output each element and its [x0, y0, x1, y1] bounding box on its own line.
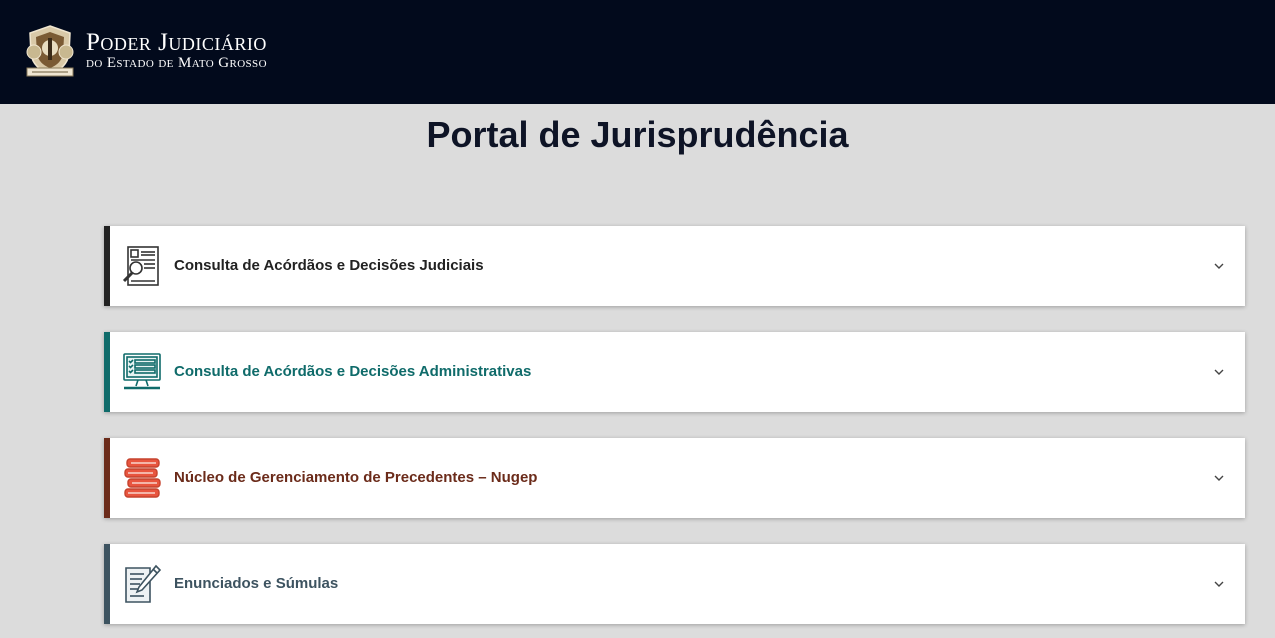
accordion-judicial-decisions[interactable]: Consulta de Acórdãos e Decisões Judiciai… — [104, 226, 1245, 306]
document-search-icon — [122, 246, 162, 286]
chevron-down-icon[interactable] — [1213, 259, 1225, 271]
document-pen-icon — [122, 564, 162, 604]
brand-subtitle: do Estado de Mato Grosso — [86, 55, 267, 71]
chevron-down-icon[interactable] — [1213, 365, 1225, 377]
top-header: Poder Judiciário do Estado de Mato Gross… — [0, 0, 1275, 104]
section-label: Núcleo de Gerenciamento de Precedentes –… — [174, 469, 538, 486]
section-label: Consulta de Acórdãos e Decisões Administ… — [174, 363, 532, 380]
chevron-down-icon[interactable] — [1213, 471, 1225, 483]
accordion-nugep[interactable]: Núcleo de Gerenciamento de Precedentes –… — [104, 438, 1245, 518]
book-stack-icon — [122, 458, 162, 498]
page-title: Portal de Jurisprudência — [426, 114, 849, 155]
accordion-administrative-decisions[interactable]: Consulta de Acórdãos e Decisões Administ… — [104, 332, 1245, 412]
brand-title: Poder Judiciário — [86, 29, 267, 56]
section-label: Enunciados e Súmulas — [174, 575, 339, 592]
accordion-statements-precedents[interactable]: Enunciados e Súmulas — [104, 544, 1245, 624]
chevron-down-icon[interactable] — [1213, 577, 1225, 589]
brand[interactable]: Poder Judiciário do Estado de Mato Gross… — [86, 29, 267, 72]
coat-of-arms-icon[interactable] — [24, 24, 76, 78]
computer-checklist-icon — [122, 352, 162, 392]
section-label: Consulta de Acórdãos e Decisões Judiciai… — [174, 257, 484, 274]
